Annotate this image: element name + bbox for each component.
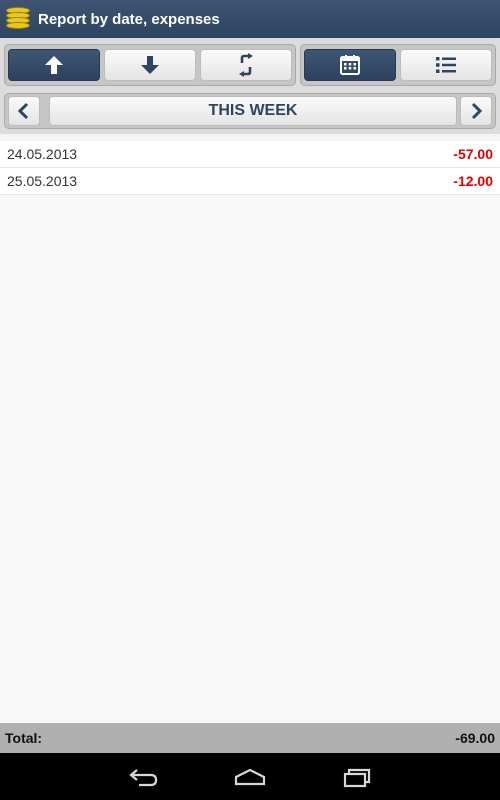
sort-button-group <box>4 44 296 86</box>
previous-period-button[interactable] <box>8 96 40 126</box>
view-button-group <box>300 44 496 86</box>
list-item[interactable]: 25.05.2013 -12.00 <box>0 168 500 195</box>
list-icon <box>436 57 456 73</box>
toolbar: THIS WEEK <box>0 38 500 134</box>
total-label: Total: <box>5 730 43 746</box>
expense-list: 24.05.2013 -57.00 25.05.2013 -12.00 <box>0 141 500 723</box>
chevron-right-icon <box>471 102 483 120</box>
home-button[interactable] <box>225 761 275 793</box>
arrow-up-icon <box>45 56 63 74</box>
action-bar: Report by date, expenses <box>0 0 500 38</box>
refresh-button[interactable] <box>200 49 292 81</box>
total-bar: Total: -69.00 <box>0 723 500 753</box>
row-amount: -57.00 <box>453 146 493 162</box>
period-selector: THIS WEEK <box>4 93 496 129</box>
list-view-button[interactable] <box>400 49 492 81</box>
sort-ascending-button[interactable] <box>8 49 100 81</box>
system-nav-bar <box>0 753 500 800</box>
back-button[interactable] <box>118 761 168 793</box>
arrow-down-icon <box>141 56 159 74</box>
home-icon <box>234 768 266 786</box>
row-date: 25.05.2013 <box>7 173 78 189</box>
page-title: Report by date, expenses <box>38 10 220 28</box>
row-date: 24.05.2013 <box>7 146 78 162</box>
recent-apps-icon <box>343 768 371 788</box>
back-icon <box>129 769 158 787</box>
row-amount: -12.00 <box>453 173 493 189</box>
next-period-button[interactable] <box>460 96 492 126</box>
refresh-icon <box>239 53 253 77</box>
chevron-left-icon <box>17 102 29 120</box>
calendar-view-button[interactable] <box>304 49 396 81</box>
calendar-icon <box>340 55 360 75</box>
period-label[interactable]: THIS WEEK <box>49 96 457 126</box>
coins-stack-icon <box>6 6 30 32</box>
recent-apps-button[interactable] <box>332 761 382 793</box>
sort-descending-button[interactable] <box>104 49 196 81</box>
total-value: -69.00 <box>455 730 495 746</box>
list-item[interactable]: 24.05.2013 -57.00 <box>0 141 500 168</box>
